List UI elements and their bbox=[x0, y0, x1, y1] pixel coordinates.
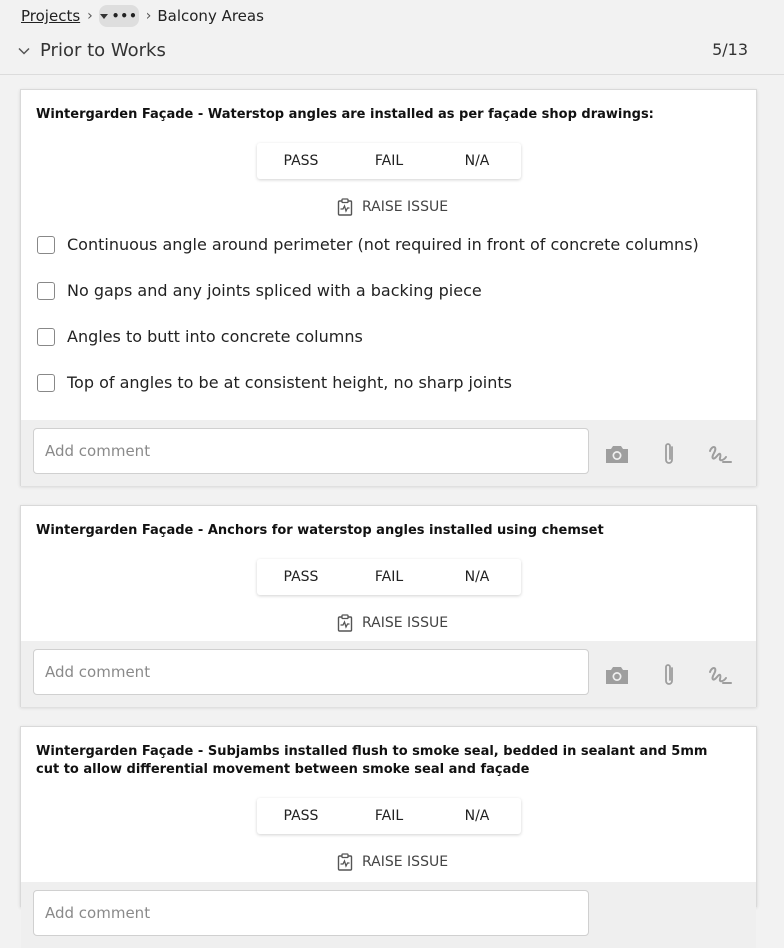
comment-bar bbox=[21, 641, 756, 707]
breadcrumb-more-button[interactable]: ••• bbox=[98, 5, 139, 27]
result-segmented-control: PASS FAIL N/A bbox=[257, 559, 521, 595]
checkbox[interactable] bbox=[37, 281, 55, 300]
na-button[interactable]: N/A bbox=[433, 143, 521, 179]
chevron-down-icon bbox=[18, 47, 30, 55]
signature-button[interactable] bbox=[705, 440, 735, 468]
checklist-item: Angles to butt into concrete columns bbox=[37, 327, 363, 346]
pass-button[interactable]: PASS bbox=[257, 798, 345, 834]
inspection-item-card: Wintergarden Façade - Waterstop angles a… bbox=[20, 89, 757, 486]
raise-issue-label: RAISE ISSUE bbox=[362, 854, 449, 870]
item-title: Wintergarden Façade - Waterstop angles a… bbox=[36, 107, 654, 122]
breadcrumb: Projects › ••• › Balcony Areas bbox=[21, 5, 264, 27]
comment-input[interactable] bbox=[33, 649, 589, 695]
raise-issue-button[interactable]: RAISE ISSUE bbox=[337, 852, 448, 872]
fail-button[interactable]: FAIL bbox=[345, 559, 433, 595]
checkbox[interactable] bbox=[37, 373, 55, 392]
item-title: Wintergarden Façade - Anchors for waters… bbox=[36, 523, 604, 538]
breadcrumb-projects-link[interactable]: Projects bbox=[21, 7, 80, 25]
pass-button[interactable]: PASS bbox=[257, 559, 345, 595]
caret-down-icon bbox=[99, 13, 108, 19]
clipboard-issue-icon bbox=[337, 614, 353, 632]
na-button[interactable]: N/A bbox=[433, 559, 521, 595]
section-title: Prior to Works bbox=[40, 40, 166, 61]
comment-input[interactable] bbox=[33, 428, 589, 474]
checkbox[interactable] bbox=[37, 235, 55, 254]
camera-icon bbox=[606, 446, 628, 463]
checklist-label: No gaps and any joints spliced with a ba… bbox=[67, 281, 482, 300]
inspection-item-card: Wintergarden Façade - Subjambs installed… bbox=[20, 726, 757, 948]
raise-issue-label: RAISE ISSUE bbox=[362, 199, 449, 215]
comment-bar bbox=[21, 882, 756, 948]
checklist-item: Continuous angle around perimeter (not r… bbox=[37, 235, 699, 254]
checkbox[interactable] bbox=[37, 327, 55, 346]
paperclip-icon bbox=[665, 664, 673, 685]
ellipsis-icon: ••• bbox=[111, 9, 138, 23]
section-toggle[interactable]: Prior to Works bbox=[18, 40, 166, 61]
camera-icon bbox=[606, 667, 628, 684]
attach-button[interactable] bbox=[654, 440, 684, 468]
paperclip-icon bbox=[665, 443, 673, 464]
attach-button[interactable] bbox=[654, 661, 684, 689]
pass-button[interactable]: PASS bbox=[257, 143, 345, 179]
result-segmented-control: PASS FAIL N/A bbox=[257, 143, 521, 179]
clipboard-issue-icon bbox=[337, 853, 353, 871]
signature-icon bbox=[709, 446, 732, 463]
chevron-right-icon: › bbox=[87, 8, 93, 24]
checklist-label: Continuous angle around perimeter (not r… bbox=[67, 235, 699, 254]
header: Projects › ••• › Balcony Areas Prior to … bbox=[0, 0, 784, 75]
checklist-label: Top of angles to be at consistent height… bbox=[67, 373, 512, 392]
checklist-label: Angles to butt into concrete columns bbox=[67, 327, 363, 346]
raise-issue-label: RAISE ISSUE bbox=[362, 615, 449, 631]
fail-button[interactable]: FAIL bbox=[345, 798, 433, 834]
result-segmented-control: PASS FAIL N/A bbox=[257, 798, 521, 834]
clipboard-issue-icon bbox=[337, 198, 353, 216]
comment-input[interactable] bbox=[33, 890, 589, 936]
checklist-item: No gaps and any joints spliced with a ba… bbox=[37, 281, 482, 300]
signature-button[interactable] bbox=[705, 661, 735, 689]
progress-counter: 5/13 bbox=[712, 40, 748, 59]
raise-issue-button[interactable]: RAISE ISSUE bbox=[337, 613, 448, 633]
item-title: Wintergarden Façade - Subjambs installed… bbox=[36, 744, 708, 777]
inspection-item-card: Wintergarden Façade - Anchors for waters… bbox=[20, 505, 757, 707]
fail-button[interactable]: FAIL bbox=[345, 143, 433, 179]
camera-button[interactable] bbox=[602, 440, 632, 468]
signature-icon bbox=[709, 667, 732, 684]
comment-bar bbox=[21, 420, 756, 486]
checklist-item: Top of angles to be at consistent height… bbox=[37, 373, 512, 392]
raise-issue-button[interactable]: RAISE ISSUE bbox=[337, 197, 448, 217]
chevron-right-icon: › bbox=[145, 8, 152, 24]
breadcrumb-current: Balcony Areas bbox=[157, 7, 264, 25]
camera-button[interactable] bbox=[602, 661, 632, 689]
na-button[interactable]: N/A bbox=[433, 798, 521, 834]
